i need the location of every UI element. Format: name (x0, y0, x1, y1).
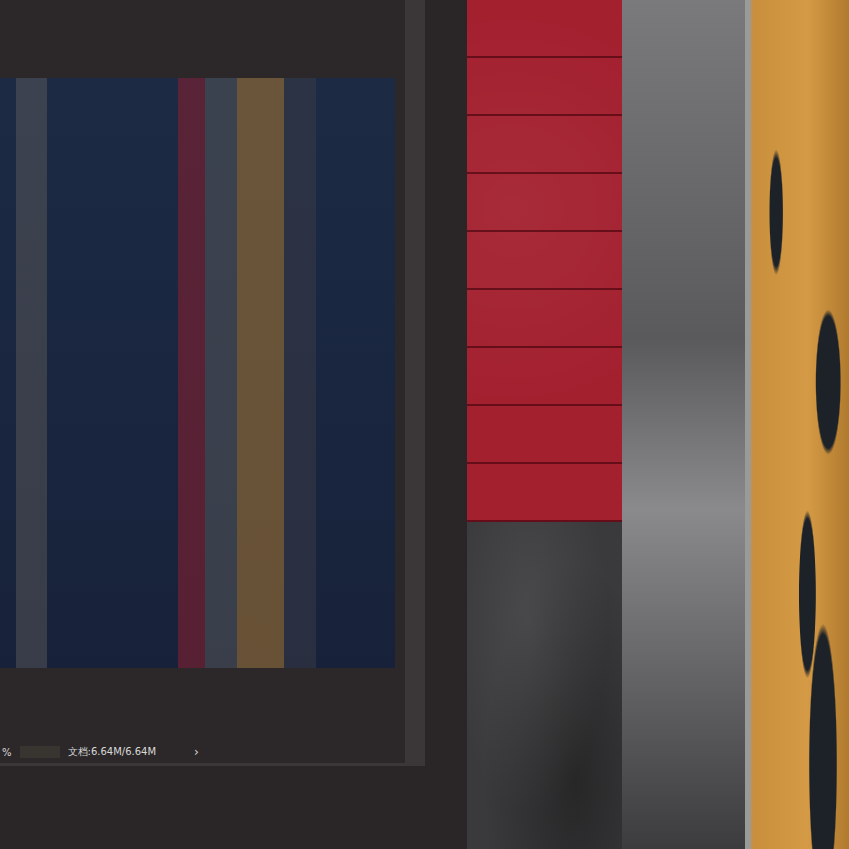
document-canvas (0, 0, 405, 743)
zoom-level: % (2, 747, 12, 758)
left-area: % 文档:6.64M/6.64M › (0, 0, 425, 849)
red-texture (467, 0, 622, 522)
document-size: 文档:6.64M/6.64M (68, 745, 157, 759)
gold-texture (745, 0, 849, 849)
photoshop-workspace: % 文档:6.64M/6.64M › (0, 0, 849, 849)
garment-photo[interactable] (0, 78, 395, 668)
texture-canvas (467, 0, 849, 849)
dark-texture (467, 522, 622, 849)
zoom-field[interactable] (20, 746, 60, 758)
status-menu-arrow[interactable]: › (194, 745, 199, 759)
document-window[interactable]: % 文档:6.64M/6.64M › (0, 0, 425, 766)
status-bar: % 文档:6.64M/6.64M › (0, 743, 405, 763)
workspace-gap (425, 0, 467, 849)
gray-texture (622, 0, 745, 849)
